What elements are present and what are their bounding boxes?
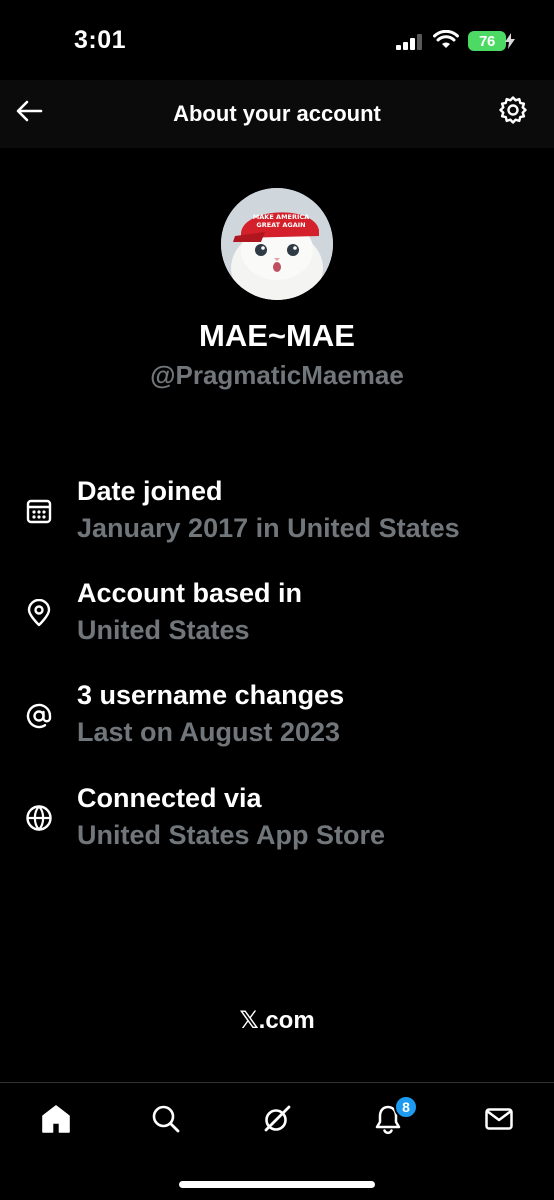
cellular-signal-icon: [396, 34, 424, 55]
x-logo-icon: 𝕏: [239, 1006, 259, 1034]
notification-badge: 8: [394, 1095, 418, 1119]
at-sign-icon: [24, 701, 54, 731]
tab-messages[interactable]: [477, 1099, 521, 1143]
location-pin-icon: [24, 598, 54, 628]
tab-home[interactable]: [34, 1099, 78, 1143]
charging-bolt-icon: [505, 33, 515, 54]
page-title: About your account: [173, 101, 381, 126]
info-title: 3 username changes: [77, 680, 345, 710]
hat-text-line-2: GREAT AGAIN: [256, 221, 305, 229]
gear-icon: [498, 95, 528, 130]
avatar[interactable]: MAKE AMERICA GREAT AGAIN: [221, 188, 333, 300]
info-title: Date joined: [77, 476, 223, 506]
info-value: Last on August 2023: [77, 717, 341, 747]
info-row-connected-via: Connected via United States App Store: [0, 783, 554, 873]
display-name: MAE~MAE: [199, 318, 355, 353]
home-icon: [40, 1103, 72, 1140]
info-row-username-changes: 3 username changes Last on August 2023: [0, 680, 554, 770]
globe-icon: [24, 803, 54, 833]
calendar-icon: [24, 496, 54, 526]
search-icon: [150, 1103, 182, 1140]
info-row-account-based-in: Account based in United States: [0, 578, 554, 668]
battery-level: 76: [478, 32, 496, 50]
x-com-suffix: .com: [258, 1007, 315, 1034]
screen: 3:01 76 About your account MAKE AMERICA …: [0, 0, 554, 1200]
info-value: United States App Store: [77, 820, 386, 850]
info-title: Connected via: [77, 783, 262, 813]
tab-grok[interactable]: [255, 1099, 299, 1143]
info-value: January 2017 in United States: [77, 513, 460, 543]
mail-icon: [483, 1103, 515, 1140]
info-value: United States: [77, 615, 250, 645]
home-indicator[interactable]: [179, 1181, 375, 1188]
username-handle: @PragmaticMaemae: [150, 360, 404, 390]
x-com-link[interactable]: 𝕏.com: [0, 1006, 554, 1035]
status-time: 3:01: [74, 26, 127, 54]
grok-icon: [261, 1103, 293, 1140]
top-header: About your account: [0, 80, 554, 148]
tab-search[interactable]: [144, 1099, 188, 1143]
settings-button[interactable]: [496, 95, 530, 129]
battery-indicator: 76: [468, 31, 515, 51]
cat-avatar-image: MAKE AMERICA GREAT AGAIN: [221, 188, 333, 300]
info-row-date-joined: Date joined January 2017 in United State…: [0, 476, 554, 566]
info-title: Account based in: [77, 578, 303, 608]
hat-text-line-1: MAKE AMERICA: [253, 213, 309, 221]
wifi-icon: [433, 29, 459, 55]
status-bar: 3:01 76: [0, 0, 554, 80]
